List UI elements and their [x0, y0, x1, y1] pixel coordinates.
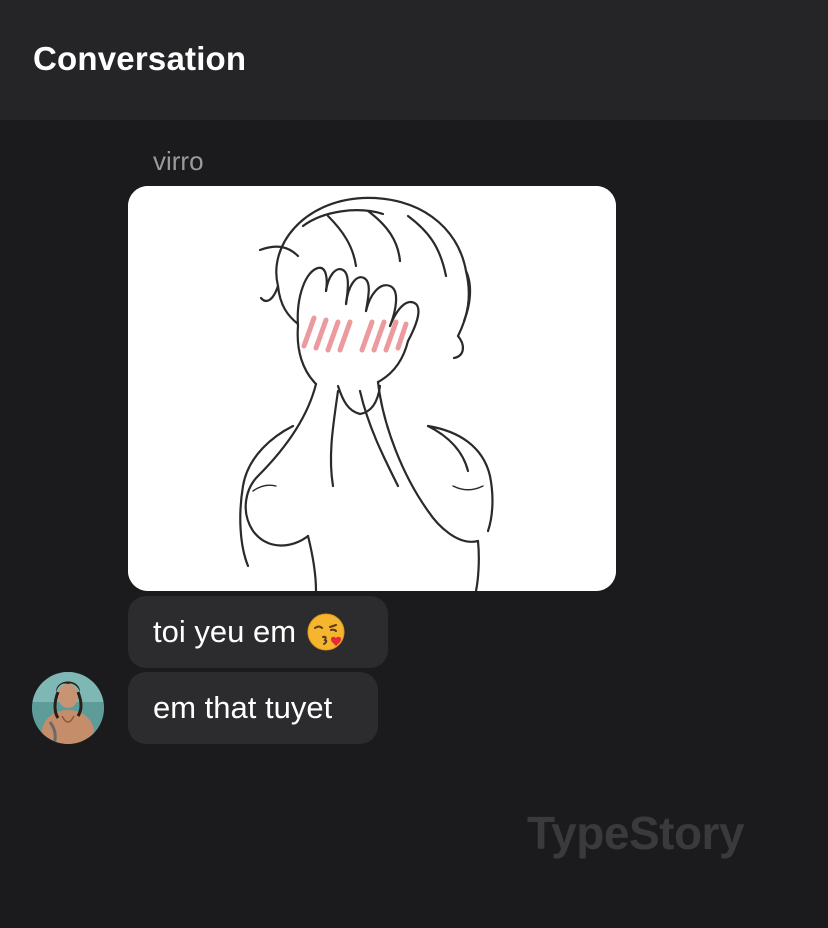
user-avatar-icon: [32, 672, 104, 744]
message-bubble[interactable]: toi yeu em: [128, 596, 388, 668]
page-title: Conversation: [33, 40, 247, 77]
anime-boy-covering-face-image: [128, 186, 616, 591]
message-text: toi yeu em: [153, 614, 297, 649]
avatar[interactable]: [32, 672, 104, 744]
message-bubble[interactable]: em that tuyet: [128, 672, 378, 744]
typestory-watermark: TypeStory: [527, 807, 745, 859]
conversation-header: Conversation: [0, 0, 828, 120]
face-blowing-kiss-emoji: [306, 612, 346, 652]
sender-name: virro: [153, 146, 204, 176]
message-text: em that tuyet: [153, 690, 333, 725]
image-message[interactable]: [128, 186, 616, 591]
